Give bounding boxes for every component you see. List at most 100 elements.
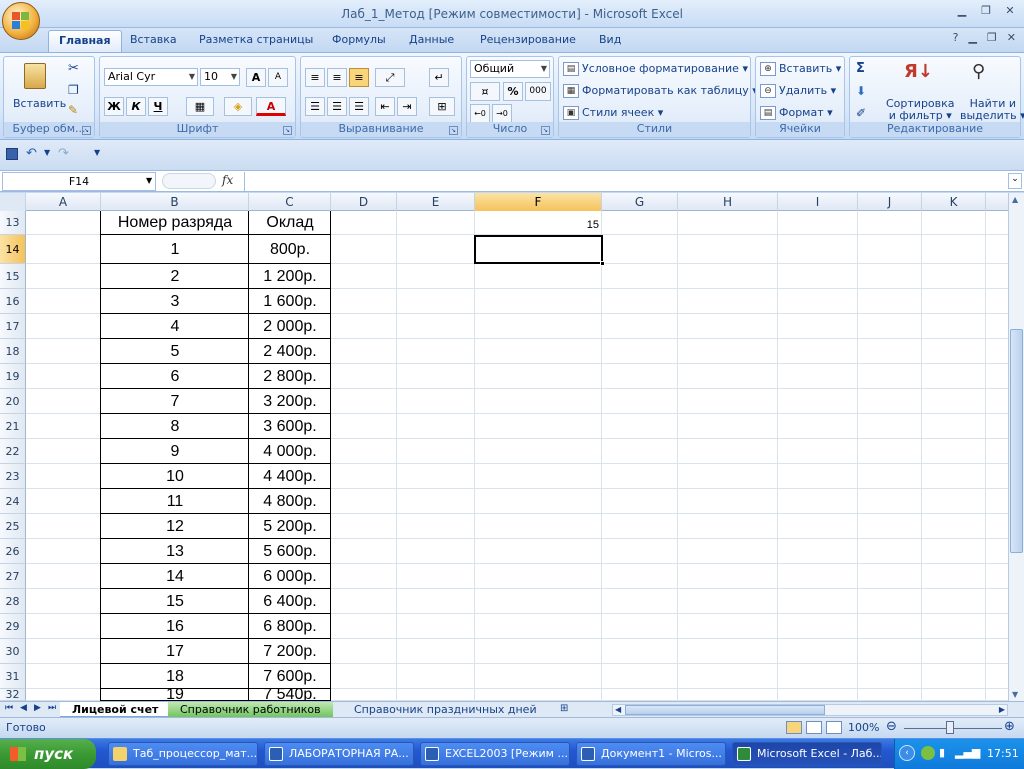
tab-data[interactable]: Данные bbox=[399, 30, 464, 52]
grade-cell[interactable]: 2 bbox=[101, 264, 249, 289]
align-bottom-icon[interactable]: ≡ bbox=[349, 68, 369, 87]
antivirus-icon[interactable] bbox=[921, 746, 935, 760]
salary-cell[interactable]: 4 800р. bbox=[249, 489, 331, 514]
salary-cell[interactable]: 4 000р. bbox=[249, 439, 331, 464]
last-sheet-icon[interactable]: ⏭ bbox=[48, 703, 56, 713]
formula-input[interactable] bbox=[244, 172, 1006, 191]
grade-cell[interactable]: 3 bbox=[101, 289, 249, 314]
increase-indent-icon[interactable]: ⇥ bbox=[397, 97, 417, 116]
grade-cell[interactable]: 16 bbox=[101, 614, 249, 639]
scroll-down-icon[interactable]: ▼ bbox=[1012, 690, 1018, 699]
tab-page-layout[interactable]: Разметка страницы bbox=[189, 30, 323, 52]
column-header-d[interactable]: D bbox=[331, 193, 397, 211]
row-header[interactable]: 20 bbox=[0, 389, 26, 414]
cell-f13[interactable]: 15 bbox=[475, 219, 599, 231]
scroll-left-icon[interactable]: ◀ bbox=[615, 705, 621, 714]
scroll-right-icon[interactable]: ▶ bbox=[999, 705, 1005, 714]
row-header[interactable]: 14 bbox=[0, 235, 26, 264]
copy-icon[interactable]: ❐ bbox=[68, 83, 79, 97]
row-header[interactable]: 30 bbox=[0, 639, 26, 664]
grade-cell[interactable]: 10 bbox=[101, 464, 249, 489]
tab-insert[interactable]: Вставка bbox=[120, 30, 187, 52]
row-header[interactable]: 28 bbox=[0, 589, 26, 614]
customize-toolbar-icon[interactable]: ▼ bbox=[94, 148, 100, 157]
salary-cell[interactable]: 2 400р. bbox=[249, 339, 331, 364]
align-left-icon[interactable]: ☰ bbox=[305, 97, 325, 116]
restore-icon[interactable]: ❐ bbox=[978, 4, 994, 18]
zoom-slider-thumb[interactable] bbox=[946, 721, 954, 734]
grade-cell[interactable]: 12 bbox=[101, 514, 249, 539]
salary-cell[interactable]: 5 200р. bbox=[249, 514, 331, 539]
salary-cell[interactable]: 7 200р. bbox=[249, 639, 331, 664]
fill-color-icon[interactable]: ◈ bbox=[224, 97, 252, 116]
clear-icon[interactable]: ✐ bbox=[856, 106, 866, 120]
cut-icon[interactable]: ✂ bbox=[68, 61, 79, 76]
signal-icon[interactable]: ▂▄▆ bbox=[955, 746, 980, 759]
grade-cell[interactable]: 8 bbox=[101, 414, 249, 439]
column-header-c[interactable]: C bbox=[249, 193, 331, 211]
taskbar-item-word-doc1[interactable]: Документ1 - Micros... bbox=[576, 742, 726, 766]
column-header-a[interactable]: A bbox=[26, 193, 101, 211]
next-sheet-icon[interactable]: ▶ bbox=[34, 703, 41, 713]
tab-review[interactable]: Рецензирование bbox=[470, 30, 586, 52]
name-box[interactable]: F14 bbox=[2, 172, 156, 191]
horizontal-scrollbar[interactable]: ◀ ▶ bbox=[612, 704, 1008, 716]
sheet-tab-employees[interactable]: Справочник работников bbox=[168, 702, 333, 718]
salary-cell[interactable]: 2 800р. bbox=[249, 364, 331, 389]
expand-formula-bar-icon[interactable]: ⌄ bbox=[1008, 173, 1022, 189]
row-header[interactable]: 27 bbox=[0, 564, 26, 589]
page-layout-view-icon[interactable] bbox=[806, 721, 822, 734]
dialog-launcher-icon[interactable]: ↘ bbox=[283, 126, 292, 135]
format-painter-icon[interactable]: ✎ bbox=[68, 103, 78, 117]
grade-cell[interactable]: 1 bbox=[101, 235, 249, 264]
autosum-button[interactable]: Σ bbox=[856, 61, 865, 76]
first-sheet-icon[interactable]: ⏮ bbox=[5, 703, 13, 713]
row-header[interactable]: 22 bbox=[0, 439, 26, 464]
page-break-view-icon[interactable] bbox=[826, 721, 842, 734]
prev-sheet-icon[interactable]: ◀ bbox=[20, 703, 27, 713]
merge-cells-icon[interactable]: ⊞ bbox=[429, 97, 455, 116]
normal-view-icon[interactable] bbox=[786, 721, 802, 734]
sheet-tab-account[interactable]: Лицевой счет bbox=[60, 702, 171, 718]
column-header-e[interactable]: E bbox=[397, 193, 475, 211]
tab-formulas[interactable]: Формулы bbox=[322, 30, 396, 52]
sort-filter-icon[interactable]: Я↓ bbox=[904, 61, 933, 82]
align-middle-icon[interactable]: ≡ bbox=[327, 68, 347, 87]
row-header[interactable]: 31 bbox=[0, 664, 26, 689]
align-top-icon[interactable]: ≡ bbox=[305, 68, 325, 87]
align-center-icon[interactable]: ☰ bbox=[327, 97, 347, 116]
fill-icon[interactable]: ⬇ bbox=[856, 84, 866, 98]
spreadsheet-grid[interactable]: A B C D E F G H I J K 13 14 15 16 17 18 19 20 21… bbox=[0, 193, 1008, 701]
format-as-table-button[interactable]: ▦ Форматировать как таблицу ▾ bbox=[563, 84, 758, 98]
row-header[interactable]: 26 bbox=[0, 539, 26, 564]
minimize-icon[interactable]: ▁ bbox=[954, 4, 970, 18]
column-header-b[interactable]: B bbox=[101, 193, 249, 211]
close-icon[interactable]: ✕ bbox=[1002, 4, 1018, 18]
column-header-j[interactable]: J bbox=[858, 193, 922, 211]
row-header[interactable]: 23 bbox=[0, 464, 26, 489]
salary-cell[interactable]: 2 000р. bbox=[249, 314, 331, 339]
office-button[interactable] bbox=[2, 2, 40, 40]
restore-icon[interactable]: ❐ bbox=[987, 31, 997, 44]
salary-cell[interactable]: 1 600р. bbox=[249, 289, 331, 314]
column-header-k[interactable]: K bbox=[922, 193, 986, 211]
number-format-select[interactable]: Общий ▼ bbox=[470, 60, 550, 78]
row-header[interactable]: 19 bbox=[0, 364, 26, 389]
salary-cell[interactable]: 4 400р. bbox=[249, 464, 331, 489]
grade-cell[interactable]: 13 bbox=[101, 539, 249, 564]
grade-cell[interactable]: 14 bbox=[101, 564, 249, 589]
conditional-formatting-button[interactable]: ▤ Условное форматирование ▾ bbox=[563, 62, 748, 76]
dialog-launcher-icon[interactable]: ↘ bbox=[82, 126, 91, 135]
font-name-select[interactable]: Arial Cyr ▼ bbox=[104, 68, 198, 86]
column-header-g[interactable]: G bbox=[602, 193, 678, 211]
fill-handle[interactable] bbox=[600, 261, 605, 266]
row-header[interactable]: 21 bbox=[0, 414, 26, 439]
vertical-scrollbar[interactable]: ▲ ▼ bbox=[1008, 193, 1024, 701]
chevron-down-icon[interactable]: ▼ bbox=[44, 148, 50, 157]
insert-sheet-icon[interactable]: ⊞ bbox=[560, 703, 568, 714]
active-cell[interactable] bbox=[474, 235, 605, 266]
row-header[interactable]: 24 bbox=[0, 489, 26, 514]
percent-button[interactable]: % bbox=[503, 82, 523, 101]
save-icon[interactable] bbox=[6, 148, 18, 160]
tray-expand-icon[interactable]: ‹ bbox=[899, 745, 915, 761]
